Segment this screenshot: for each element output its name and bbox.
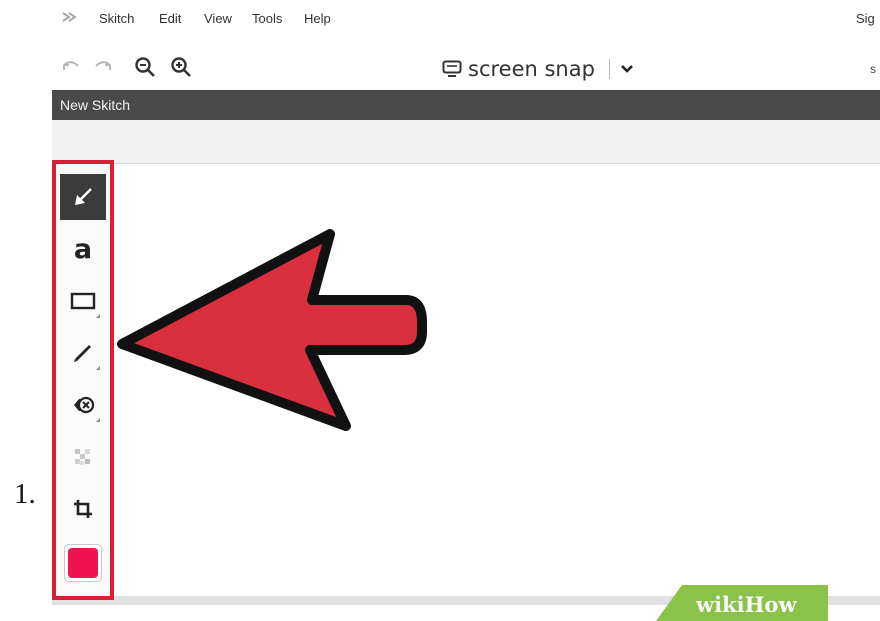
step-number: 1. bbox=[14, 478, 36, 510]
wikihow-suffix: How bbox=[744, 592, 797, 617]
annotation-arrow bbox=[117, 229, 427, 431]
wikihow-prefix: wiki bbox=[696, 592, 745, 617]
monitor-icon bbox=[442, 60, 462, 77]
menu-bar: Skitch Edit View Tools Help Sig bbox=[52, 0, 880, 38]
arrow-tool-icon bbox=[75, 188, 92, 205]
menu-help[interactable]: Help bbox=[304, 11, 331, 26]
toolbar-right-label: s bbox=[870, 62, 876, 76]
redo-icon[interactable] bbox=[92, 56, 114, 78]
undo-icon[interactable] bbox=[60, 56, 82, 78]
page: 1. Skitch Edit View Tools Help Sig scree… bbox=[0, 0, 880, 621]
menu-view[interactable]: View bbox=[204, 11, 232, 26]
pixelate-tool-icon bbox=[75, 449, 90, 465]
crop-tool-icon bbox=[74, 500, 92, 518]
chevron-down-icon[interactable] bbox=[620, 64, 634, 74]
current-color-swatch bbox=[68, 548, 98, 578]
secondary-bar bbox=[52, 120, 880, 164]
menu-edit[interactable]: Edit bbox=[159, 11, 181, 26]
skitch-logo-icon bbox=[62, 12, 77, 22]
crop-tool-button[interactable] bbox=[60, 486, 106, 532]
toolbar: screen snap bbox=[52, 48, 880, 88]
screen-snap-button[interactable]: screen snap bbox=[442, 56, 634, 82]
document-title: New Skitch bbox=[60, 97, 131, 113]
zoom-in-icon[interactable] bbox=[170, 56, 192, 78]
menu-skitch[interactable]: Skitch bbox=[99, 11, 134, 26]
zoom-out-icon[interactable] bbox=[134, 56, 156, 78]
screen-snap-label: screen snap bbox=[468, 57, 595, 81]
wikihow-watermark: wikiHow bbox=[696, 592, 797, 617]
color-picker-button[interactable] bbox=[64, 544, 102, 582]
sign-in-link[interactable]: Sig bbox=[856, 11, 875, 26]
arrow-tool-button[interactable] bbox=[60, 174, 106, 220]
document-title-bar: New Skitch bbox=[52, 90, 880, 120]
menu-tools[interactable]: Tools bbox=[252, 11, 282, 26]
toolbar-separator bbox=[608, 59, 610, 79]
